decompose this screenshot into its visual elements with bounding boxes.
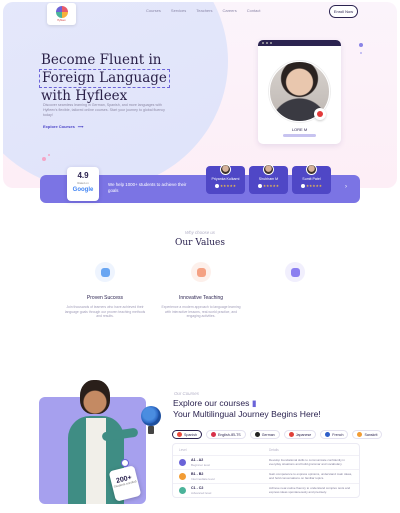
course-levels-table: Level Details A1 - A2 Beginner level Dev… <box>172 443 360 498</box>
nav-item-services[interactable]: Services <box>171 8 186 13</box>
level-desc: Develop foundational skills to communica… <box>269 458 345 466</box>
arrow-right-icon: ⟶ <box>77 124 84 129</box>
teacher-name: LORE M <box>291 127 308 132</box>
book-icon: ▮ <box>251 398 257 408</box>
teacher-progress-bar <box>283 134 316 137</box>
germany-flag-icon <box>254 432 260 437</box>
google-rating-card: 4.9 Rated on Google <box>67 167 99 201</box>
tab-french[interactable]: French <box>320 430 349 439</box>
chevron-right-icon[interactable]: › <box>345 184 347 190</box>
value-title: Proven Success <box>86 295 124 301</box>
logo-mark-icon <box>55 6 68 18</box>
star-rating: ★★★★★ <box>206 184 245 189</box>
testimonial-card[interactable]: Shubham M ★★★★★ <box>249 164 288 194</box>
table-header-details: Details <box>269 448 279 452</box>
hero-subtitle: Discover seamless learning in German, Sp… <box>43 103 165 117</box>
success-icon <box>95 262 115 282</box>
decor-dot <box>42 157 46 161</box>
nav-item-contact[interactable]: Contact <box>247 8 261 13</box>
level-name: C1 - C2 <box>191 486 204 490</box>
google-logo: Google <box>72 187 94 193</box>
spain-flag-icon <box>177 432 182 437</box>
testimonial-name: Shubham M <box>258 177 279 181</box>
nav-item-careers[interactable]: Careers <box>222 8 236 13</box>
level-icon <box>179 459 186 466</box>
logo[interactable]: Hyfleex <box>47 3 76 25</box>
france-flag-icon <box>325 432 331 437</box>
testimonial-card[interactable]: Sumit Patel ★★★★★ <box>292 164 331 194</box>
explore-courses-label: Explore Courses <box>43 124 75 129</box>
table-row[interactable]: A1 - A2 Beginner level Develop foundatio… <box>173 455 359 468</box>
level-icon <box>179 473 186 480</box>
rating-caption: Rated on <box>77 181 89 185</box>
globe-stand <box>148 426 154 434</box>
students-helped-text: We help 1000+ students to achieve their … <box>108 182 187 193</box>
hero-title: Become Fluent in Foreign Language with H… <box>39 52 170 105</box>
value-description: Join thousands of learners who have achi… <box>64 305 146 319</box>
tab-japanese[interactable]: Japanese <box>283 430 317 439</box>
document-icon <box>285 262 305 282</box>
decor-dot <box>48 154 50 156</box>
level-desc: Gain competence to express opinions, und… <box>269 472 353 480</box>
avatar <box>306 164 317 175</box>
testimonial-cards: Priyanka Kulkarni ★★★★★ Shubham M ★★★★★ … <box>206 164 331 194</box>
main-nav: Courses Services Teachers Careers Contac… <box>146 8 261 13</box>
courses-eyebrow: Our Courses <box>174 391 199 396</box>
hero-title-line1: Become Fluent in <box>41 52 162 68</box>
level-desc: Achieve near-native fluency to understan… <box>269 486 351 494</box>
level-sub: Intermediate level <box>191 477 215 481</box>
language-tabs: Spanish English-IELTS German Japanese Fr… <box>172 430 383 439</box>
level-sub: Advanced level <box>191 491 212 495</box>
teacher-video-card[interactable]: LORE M <box>258 40 341 144</box>
courses-title-line1: Explore our courses ▮ <box>173 398 257 408</box>
hero-title-highlight: Foreign Language <box>39 69 170 88</box>
logo-text: Hyfleex <box>57 19 66 22</box>
testimonial-card[interactable]: Priyanka Kulkarni ★★★★★ <box>206 164 245 194</box>
courses-title-line2: Your Multilingual Journey Begins Here! <box>173 409 321 419</box>
table-row[interactable]: B1 - B2 Intermediate level Gain competen… <box>173 469 359 482</box>
video-window-bar <box>258 40 341 46</box>
nav-item-courses[interactable]: Courses <box>146 8 161 13</box>
table-header-level: Level <box>179 448 187 452</box>
japan-flag-icon <box>288 432 294 437</box>
level-name: A1 - A2 <box>191 458 204 462</box>
teaching-icon <box>191 262 211 282</box>
google-icon <box>257 184 262 189</box>
values-eyebrow: Why choose us <box>184 230 216 235</box>
value-card-proven-success: Proven Success Join thousands of learner… <box>64 262 146 319</box>
tab-german[interactable]: German <box>249 430 280 439</box>
values-title: Our Values <box>175 238 225 248</box>
testimonial-name: Sumit Patel <box>302 177 321 181</box>
tab-english-ielts[interactable]: English-IELTS <box>206 430 246 439</box>
enroll-button[interactable]: Enroll Now <box>329 5 358 18</box>
level-sub: Beginner level <box>191 463 211 467</box>
courses-title: Explore our courses ▮ Your Multilingual … <box>173 398 321 420</box>
testimonial-name: Priyanka Kulkarni <box>211 177 240 181</box>
avatar <box>263 164 274 175</box>
uk-flag-icon <box>211 432 216 437</box>
rating-score: 4.9 <box>77 171 89 180</box>
value-card-third <box>254 262 336 282</box>
explore-courses-link[interactable]: Explore Courses ⟶ <box>43 124 84 129</box>
value-description: Experience a modern approach to language… <box>161 305 241 319</box>
google-icon <box>214 184 219 189</box>
tab-spanish[interactable]: Spanish <box>172 430 202 439</box>
level-icon <box>179 487 186 494</box>
avatar <box>220 164 231 175</box>
value-card-innovative-teaching: Innovative Teaching Experience a modern … <box>160 262 242 319</box>
google-icon <box>300 184 305 189</box>
nav-item-teachers[interactable]: Teachers <box>196 8 212 13</box>
decor-dot <box>360 52 362 54</box>
globe-icon <box>141 406 161 426</box>
level-name: B1 - B2 <box>191 472 204 476</box>
value-title: Innovative Teaching <box>178 295 224 301</box>
decor-dot <box>359 43 363 47</box>
table-row[interactable]: C1 - C2 Advanced level Achieve near-nati… <box>173 483 359 496</box>
india-flag-icon <box>357 432 363 437</box>
tab-sanskrit[interactable]: Sanskrit <box>352 430 383 439</box>
star-rating: ★★★★★ <box>292 184 331 189</box>
star-rating: ★★★★★ <box>249 184 288 189</box>
record-icon[interactable] <box>314 108 326 120</box>
